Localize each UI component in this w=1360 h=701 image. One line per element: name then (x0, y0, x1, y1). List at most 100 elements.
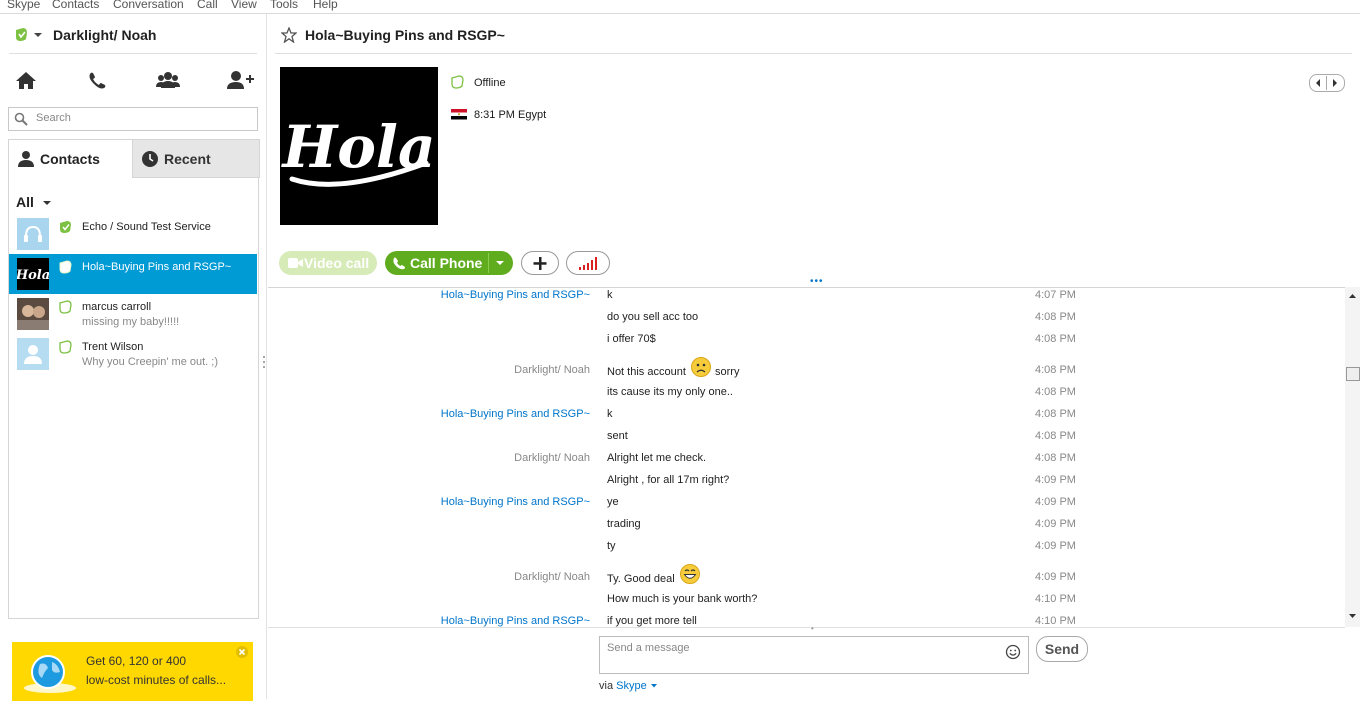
message-sender[interactable]: Hola~Buying Pins and RSGP~ (441, 408, 590, 420)
tab-recent[interactable]: Recent (132, 139, 260, 178)
promo-line-2: low-cost minutes of calls... (86, 673, 227, 687)
offline-status-icon (59, 300, 72, 314)
contact-mood: Why you Creepin' me out. ;) (82, 356, 218, 368)
emoticon-picker-icon[interactable] (1005, 644, 1021, 660)
message-time: 4:09 PM (1035, 571, 1076, 583)
offline-status-icon (451, 75, 464, 89)
contact-name: Trent Wilson (82, 341, 144, 353)
avatar (17, 218, 49, 250)
menu-skype[interactable]: Skype (7, 0, 40, 11)
chevron-right-icon[interactable] (1331, 78, 1339, 88)
message-text: Not this account sorry (607, 357, 739, 378)
chevron-left-icon[interactable] (1314, 78, 1322, 88)
contact-name: marcus carroll (82, 301, 152, 313)
avatar (17, 298, 49, 330)
message-time: 4:08 PM (1035, 386, 1076, 398)
tab-contacts[interactable]: Contacts (8, 139, 134, 177)
scroll-up-icon[interactable] (1348, 292, 1357, 299)
phone-icon[interactable] (82, 66, 114, 98)
via-selector[interactable]: via Skype (599, 680, 658, 692)
message-row: Hola~Buying Pins and RSGP~ k 4:07 PM (268, 289, 1345, 309)
message-text: i offer 70$ (607, 333, 656, 345)
message-row: i offer 70$ 4:08 PM (268, 333, 1345, 353)
message-sender[interactable]: Darklight/ Noah (514, 364, 590, 376)
add-contact-icon[interactable] (224, 66, 256, 98)
profile-name[interactable]: Darklight/ Noah (53, 27, 156, 43)
list-item[interactable]: marcus carroll missing my baby!!!!! (9, 294, 257, 334)
search-placeholder: Search (36, 112, 71, 124)
menu-call[interactable]: Call (197, 0, 218, 11)
search-input[interactable]: Search (8, 107, 258, 131)
message-text: do you sell acc too (607, 311, 699, 323)
menu-view[interactable]: View (231, 0, 257, 11)
message-text: How much is your bank worth? (607, 593, 758, 605)
add-to-call-button[interactable] (521, 251, 559, 275)
list-item[interactable]: Trent Wilson Why you Creepin' me out. ;) (9, 334, 257, 374)
message-sender[interactable]: Hola~Buying Pins and RSGP~ (441, 615, 590, 627)
message-sender[interactable]: Hola~Buying Pins and RSGP~ (441, 496, 590, 508)
message-scrollbar[interactable] (1345, 287, 1360, 627)
signal-bars-icon (579, 257, 597, 270)
profile-status-button[interactable] (14, 27, 44, 43)
splitter-grip-icon[interactable] (262, 355, 266, 369)
message-sender[interactable]: Hola~Buying Pins and RSGP~ (441, 289, 590, 301)
menu-conversation[interactable]: Conversation (113, 0, 184, 11)
contact-avatar-large: Hola (280, 67, 438, 225)
group-icon[interactable] (152, 66, 184, 98)
message-sender[interactable]: Darklight/ Noah (514, 571, 590, 583)
message-text: ye (607, 496, 619, 508)
contacts-filter[interactable]: All (16, 194, 52, 210)
scroll-thumb[interactable] (1346, 367, 1360, 381)
message-time: 4:08 PM (1035, 311, 1076, 323)
message-row: do you sell acc too 4:08 PM (268, 311, 1345, 331)
message-time: 4:08 PM (1035, 333, 1076, 345)
via-service: Skype (616, 680, 647, 692)
home-icon[interactable] (12, 66, 44, 98)
call-quality-button[interactable] (566, 251, 610, 275)
message-time: 4:08 PM (1035, 452, 1076, 464)
message-text: trading (607, 518, 641, 530)
message-time: 4:09 PM (1035, 474, 1076, 486)
egypt-flag-icon (451, 109, 467, 120)
message-row: its cause its my only one.. 4:08 PM (268, 386, 1345, 406)
menu-tools[interactable]: Tools (270, 0, 298, 11)
call-phone-button[interactable]: Call Phone (385, 251, 513, 275)
via-label: via (599, 680, 614, 692)
send-button[interactable]: Send (1036, 636, 1088, 662)
message-text: sent (607, 430, 628, 442)
menu-help[interactable]: Help (313, 0, 338, 11)
local-time: 8:31 PM Egypt (474, 109, 547, 121)
chevron-down-icon[interactable] (495, 260, 505, 268)
message-time: 4:09 PM (1035, 496, 1076, 508)
chevron-down-icon (42, 201, 51, 205)
message-row: trading 4:09 PM (268, 518, 1345, 538)
message-time: 4:10 PM (1035, 593, 1076, 605)
message-history: Hola~Buying Pins and RSGP~ k 4:07 PM do yo… (268, 287, 1345, 627)
message-text: ty (607, 540, 616, 552)
message-sender[interactable]: Darklight/ Noah (514, 452, 590, 464)
message-row: Darklight/ Noah Not this account sorry 4… (268, 357, 1345, 384)
video-camera-icon (288, 258, 303, 268)
video-call-button[interactable]: Video call (279, 251, 377, 275)
pane-divider[interactable] (266, 14, 267, 699)
message-row: Darklight/ Noah Alright let me check. 4:08… (268, 452, 1345, 472)
message-time: 4:08 PM (1035, 430, 1076, 442)
message-time: 4:07 PM (1035, 289, 1076, 301)
call-phone-label: Call Phone (410, 255, 483, 271)
list-item[interactable]: Echo / Sound Test Service (9, 214, 257, 254)
list-item[interactable]: Hola Hola~Buying Pins and RSGP~ (9, 254, 257, 294)
close-icon[interactable] (235, 645, 249, 659)
composer-resize-icon[interactable]: • (811, 624, 814, 633)
avatar: Hola (17, 258, 49, 290)
message-text: if you get more tell (607, 615, 697, 627)
message-row: ty 4:09 PM (268, 540, 1345, 560)
scroll-down-icon[interactable] (1348, 613, 1357, 620)
favorite-star-icon[interactable] (281, 27, 297, 43)
message-input[interactable]: Send a message (599, 636, 1029, 674)
tab-contacts-label: Contacts (40, 151, 100, 167)
menu-contacts[interactable]: Contacts (52, 0, 99, 11)
promo-banner[interactable]: Get 60, 120 or 400 low-cost minutes of c… (12, 642, 253, 701)
resize-handle-icon[interactable]: ••• (810, 276, 824, 287)
offline-status-icon (59, 260, 72, 274)
message-time: 4:09 PM (1035, 518, 1076, 530)
